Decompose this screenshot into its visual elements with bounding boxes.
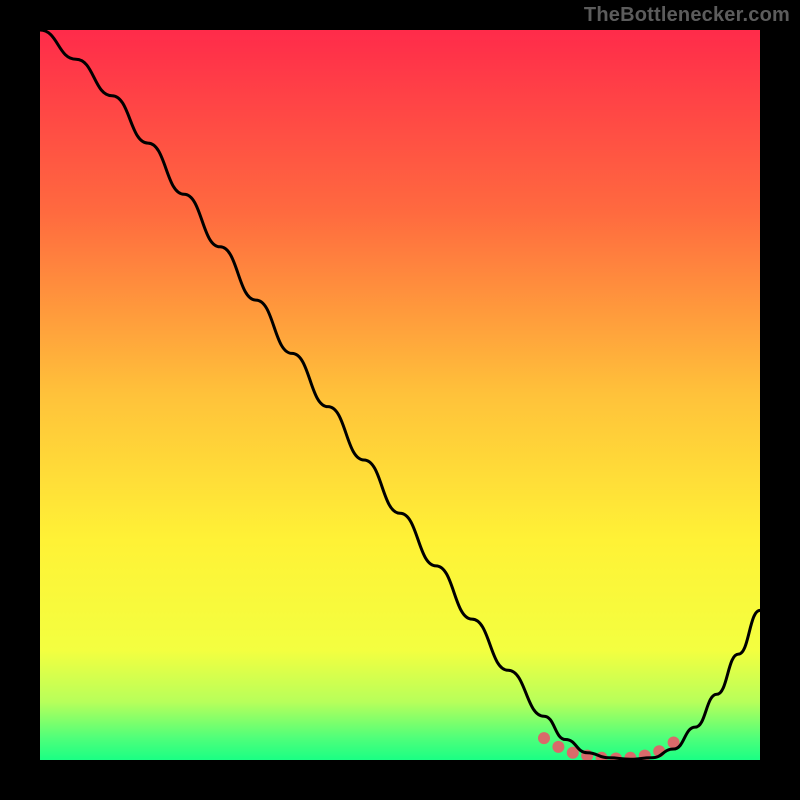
data-marker	[552, 741, 564, 753]
plot-area	[40, 30, 760, 760]
chart-svg	[40, 30, 760, 760]
data-marker	[538, 732, 550, 744]
chart-frame: TheBottlenecker.com	[0, 0, 800, 800]
watermark-label: TheBottlenecker.com	[584, 4, 790, 27]
chart-background	[40, 30, 760, 760]
